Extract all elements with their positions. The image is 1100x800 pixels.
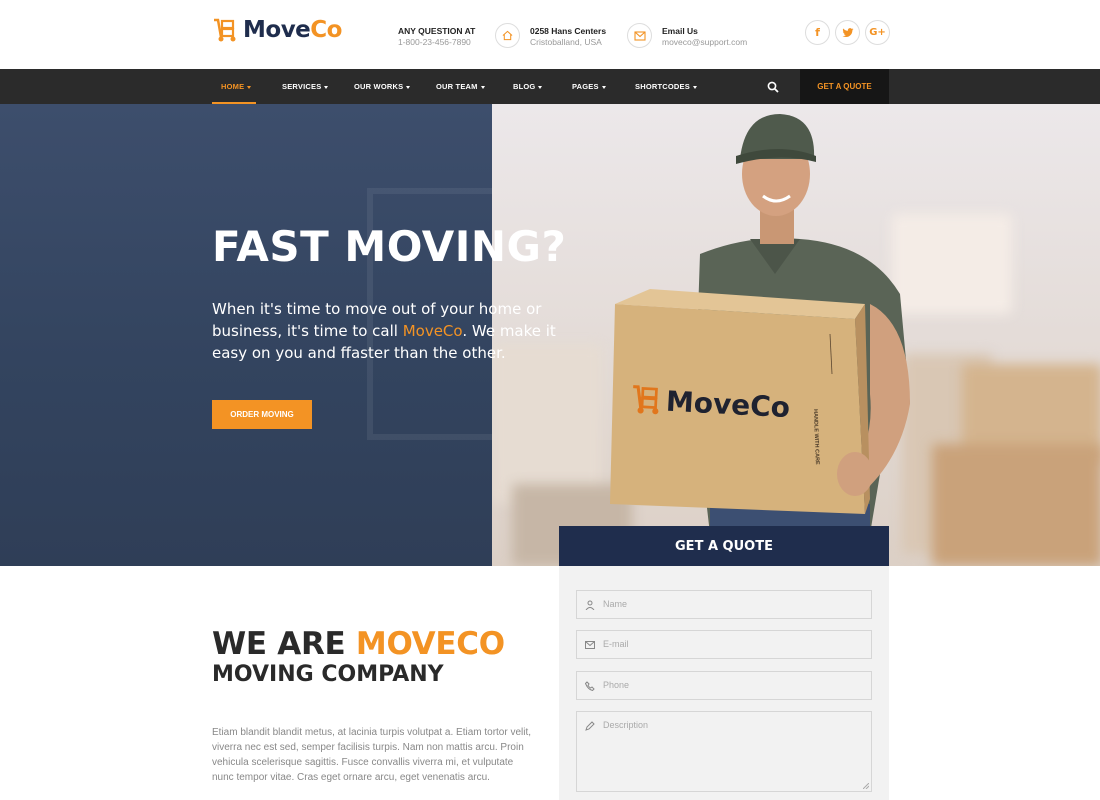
address-info: 0258 Hans Centers Cristoballand, USA [530, 26, 606, 48]
order-moving-button[interactable]: ORDER MOVING [212, 400, 312, 429]
caret-down-icon [324, 85, 329, 89]
nav-get-quote-button[interactable]: GET A QUOTE [800, 69, 889, 104]
main-navigation: HOME SERVICES OUR WORKS OUR TEAM BLOG PA… [0, 69, 1100, 104]
site-logo[interactable]: MoveCo [212, 17, 342, 43]
caret-down-icon [601, 85, 606, 89]
phone-icon [585, 681, 595, 691]
hero-description: When it's time to move out of your home … [212, 300, 556, 362]
home-icon [495, 23, 520, 48]
nav-item-pages[interactable]: PAGES [572, 69, 606, 104]
question-title: ANY QUESTION AT [398, 26, 476, 36]
question-info: ANY QUESTION AT 1-800-23-456-7890 [398, 26, 475, 48]
nav-item-services[interactable]: SERVICES [282, 69, 329, 104]
about-paragraph: Etiam blandit blandit metus, at lacinia … [212, 727, 532, 783]
nav-item-blog[interactable]: BLOG [513, 69, 543, 104]
nav-item-home[interactable]: HOME [221, 69, 252, 104]
google-plus-icon[interactable]: G+ [865, 20, 890, 45]
pencil-icon [585, 721, 595, 731]
caret-down-icon [692, 85, 697, 89]
about-title-highlight: MOVECO [355, 626, 505, 662]
hero-title: FAST MOVING? [212, 222, 567, 271]
description-field[interactable]: Description [576, 711, 872, 792]
address-value: Cristoballand, USA [530, 37, 602, 47]
about-title: WE ARE MOVECO [212, 626, 505, 662]
logo-text: MoveCo [243, 17, 342, 43]
quote-form: Name E-mail Phone Description [559, 566, 889, 800]
box-brand-text: MoveCo [665, 384, 791, 424]
user-icon [585, 600, 595, 610]
envelope-icon [627, 23, 652, 48]
email-info: Email Us moveco@support.com [662, 26, 747, 48]
caret-down-icon [480, 85, 485, 89]
hero-section: MoveCo HANDLE WITH CARE FAST MOVING? Whe… [0, 104, 1100, 566]
resize-handle-icon[interactable] [863, 783, 869, 789]
nav-item-our-works[interactable]: OUR WORKS [354, 69, 411, 104]
email-title: Email Us [662, 26, 698, 36]
question-phone[interactable]: 1-800-23-456-7890 [398, 37, 475, 48]
nav-item-our-team[interactable]: OUR TEAM [436, 69, 485, 104]
hand-truck-logo-icon [214, 18, 236, 42]
email-field[interactable]: E-mail [576, 630, 872, 659]
top-header: MoveCo ANY QUESTION AT 1-800-23-456-7890… [0, 0, 1100, 70]
email-value[interactable]: moveco@support.com [662, 37, 747, 48]
delivery-man-image [610, 114, 910, 566]
caret-down-icon [406, 85, 411, 89]
name-field[interactable]: Name [576, 590, 872, 619]
about-subtitle: MOVING COMPANY [212, 662, 444, 687]
caret-down-icon [538, 85, 543, 89]
search-icon[interactable] [767, 81, 779, 93]
envelope-icon [585, 641, 595, 649]
quote-form-title: GET A QUOTE [559, 526, 889, 566]
twitter-icon[interactable] [835, 20, 860, 45]
facebook-icon[interactable]: f [805, 20, 830, 45]
caret-down-icon [247, 85, 252, 89]
address-title: 0258 Hans Centers [530, 26, 607, 36]
nav-item-shortcodes[interactable]: SHORTCODES [635, 69, 697, 104]
phone-field[interactable]: Phone [576, 671, 872, 700]
hero-brand-highlight: MoveCo [402, 322, 463, 340]
hand-truck-logo-icon [633, 385, 659, 415]
